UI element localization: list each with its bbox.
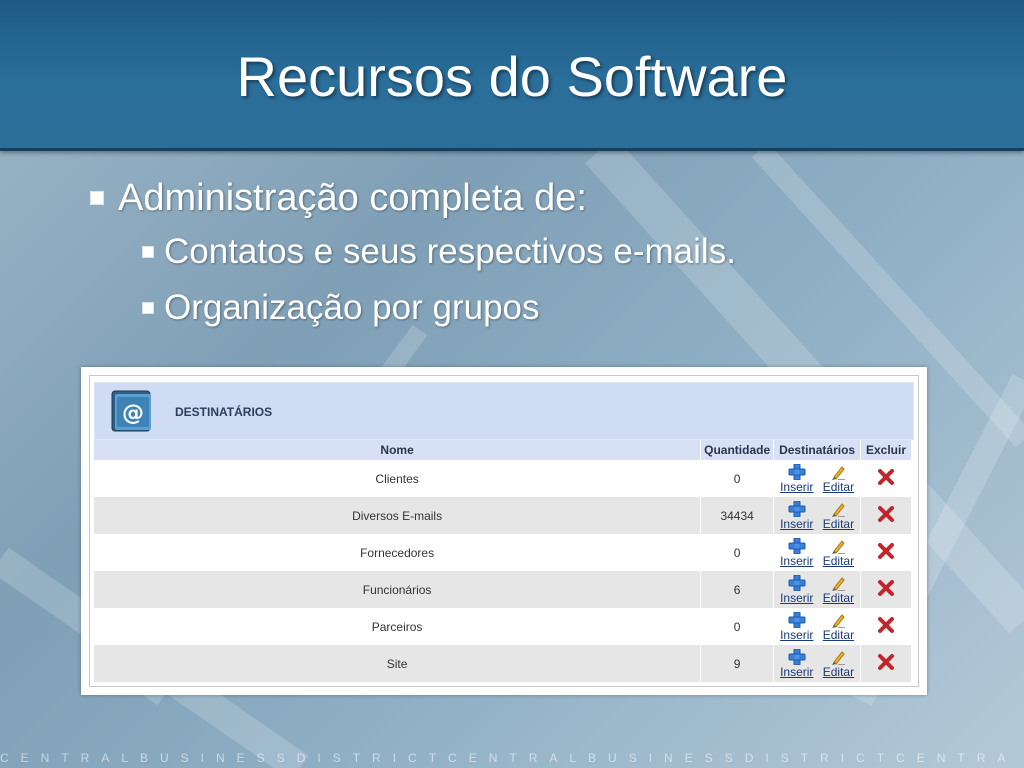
plus-icon <box>788 463 806 480</box>
edit-action[interactable]: Editar <box>823 501 854 531</box>
delete-cell <box>861 608 912 645</box>
edit-link[interactable]: Editar <box>823 517 854 531</box>
pencil-icon <box>832 613 846 628</box>
quantity-cell: 0 <box>701 460 775 497</box>
column-header-nome[interactable]: Nome <box>94 440 702 460</box>
column-header-excluir: Excluir <box>861 440 912 460</box>
delete-cell <box>861 571 912 608</box>
screenshot-panel: @ DESTINATÁRIOS Nome Quantidade Destinat… <box>81 367 927 695</box>
svg-text:@: @ <box>122 401 144 426</box>
insert-link[interactable]: Inserir <box>780 554 813 568</box>
quantity-cell: 6 <box>701 571 775 608</box>
pencil-icon <box>832 465 846 480</box>
quantity-cell: 0 <box>701 534 775 571</box>
group-name-cell[interactable]: Clientes <box>94 460 702 497</box>
edit-action[interactable]: Editar <box>823 464 854 494</box>
panel-title: DESTINATÁRIOS <box>175 405 273 419</box>
recipients-actions-cell: Inserir Editar <box>774 534 862 571</box>
insert-link[interactable]: Inserir <box>780 480 813 494</box>
insert-action[interactable]: Inserir <box>780 463 813 494</box>
insert-action[interactable]: Inserir <box>780 574 813 605</box>
edit-link[interactable]: Editar <box>823 554 854 568</box>
recipients-actions-cell: Inserir Editar <box>774 608 862 645</box>
pencil-icon <box>832 650 846 665</box>
group-name-cell[interactable]: Site <box>94 645 702 682</box>
edit-link[interactable]: Editar <box>823 591 854 605</box>
table-row: Site 9 Inserir Editar <box>94 645 912 682</box>
delete-cell <box>861 497 912 534</box>
group-name-cell[interactable]: Diversos E-mails <box>94 497 702 534</box>
quantity-cell: 34434 <box>701 497 775 534</box>
insert-link[interactable]: Inserir <box>780 591 813 605</box>
slide-title: Recursos do Software <box>236 45 788 108</box>
sub-bullet-item: Organização por grupos <box>142 280 736 336</box>
bullet-square-icon <box>90 191 104 205</box>
recipients-actions-cell: Inserir Editar <box>774 571 862 608</box>
table-body: Clientes 0 Inserir Editar Diversos E-mai… <box>94 460 912 682</box>
bullet-square-icon <box>142 246 154 258</box>
insert-link[interactable]: Inserir <box>780 517 813 531</box>
edit-action[interactable]: Editar <box>823 612 854 642</box>
insert-link[interactable]: Inserir <box>780 665 813 679</box>
pencil-icon <box>832 502 846 517</box>
insert-action[interactable]: Inserir <box>780 611 813 642</box>
table-row: Fornecedores 0 Inserir Editar <box>94 534 912 571</box>
recipients-panel: @ DESTINATÁRIOS Nome Quantidade Destinat… <box>89 375 919 687</box>
email-at-icon: @ <box>111 390 151 432</box>
table-row: Clientes 0 Inserir Editar <box>94 460 912 497</box>
recipients-table: Nome Quantidade Destinatários Excluir Cl… <box>94 440 912 682</box>
group-name-cell[interactable]: Funcionários <box>94 571 702 608</box>
sub-bullet-item: Contatos e seus respectivos e-mails. <box>142 224 736 280</box>
pencil-icon <box>832 539 846 554</box>
insert-action[interactable]: Inserir <box>780 537 813 568</box>
edit-link[interactable]: Editar <box>823 665 854 679</box>
group-name-cell[interactable]: Parceiros <box>94 608 702 645</box>
insert-action[interactable]: Inserir <box>780 648 813 679</box>
delete-x-icon[interactable] <box>877 505 895 523</box>
panel-header: @ DESTINATÁRIOS <box>94 382 914 440</box>
delete-x-icon[interactable] <box>877 653 895 671</box>
table-header-row: Nome Quantidade Destinatários Excluir <box>94 440 912 460</box>
plus-icon <box>788 574 806 591</box>
quantity-cell: 0 <box>701 608 775 645</box>
quantity-cell: 9 <box>701 645 775 682</box>
pencil-icon <box>832 576 846 591</box>
recipients-actions-cell: Inserir Editar <box>774 460 862 497</box>
delete-x-icon[interactable] <box>877 616 895 634</box>
column-header-quantidade[interactable]: Quantidade <box>701 440 775 460</box>
table-row: Diversos E-mails 34434 Inserir Editar <box>94 497 912 534</box>
plus-icon <box>788 611 806 628</box>
table-row: Parceiros 0 Inserir Editar <box>94 608 912 645</box>
edit-link[interactable]: Editar <box>823 480 854 494</box>
group-name-cell[interactable]: Fornecedores <box>94 534 702 571</box>
insert-link[interactable]: Inserir <box>780 628 813 642</box>
bullet-list: Administração completa de: Contatos e se… <box>90 172 736 336</box>
delete-cell <box>861 645 912 682</box>
table-row: Funcionários 6 Inserir Editar <box>94 571 912 608</box>
bullet-item: Administração completa de: <box>90 172 736 224</box>
bullet-square-icon <box>142 302 154 314</box>
recipients-actions-cell: Inserir Editar <box>774 497 862 534</box>
plus-icon <box>788 500 806 517</box>
edit-action[interactable]: Editar <box>823 538 854 568</box>
delete-x-icon[interactable] <box>877 468 895 486</box>
edit-action[interactable]: Editar <box>823 575 854 605</box>
column-header-destinatarios: Destinatários <box>774 440 862 460</box>
edit-link[interactable]: Editar <box>823 628 854 642</box>
footer-text: CENTRALBUSINESSDISTRICTCENTRALBUSINESSDI… <box>0 751 1018 765</box>
delete-cell <box>861 534 912 571</box>
plus-icon <box>788 648 806 665</box>
delete-cell <box>861 460 912 497</box>
delete-x-icon[interactable] <box>877 579 895 597</box>
edit-action[interactable]: Editar <box>823 649 854 679</box>
recipients-actions-cell: Inserir Editar <box>774 645 862 682</box>
sub-bullet-text: Contatos e seus respectivos e-mails. <box>164 232 736 271</box>
bullet-text: Administração completa de: <box>118 176 587 219</box>
sub-bullet-text: Organização por grupos <box>164 288 540 327</box>
delete-x-icon[interactable] <box>877 542 895 560</box>
insert-action[interactable]: Inserir <box>780 500 813 531</box>
plus-icon <box>788 537 806 554</box>
